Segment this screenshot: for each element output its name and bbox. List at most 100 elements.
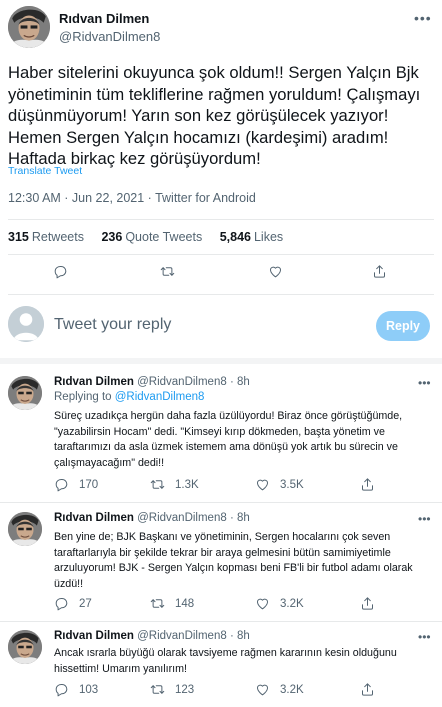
heart-icon: [255, 596, 270, 611]
reply-text: Süreç uzadıkça hergün daha fazla üzülüyo…: [54, 410, 403, 469]
reply-header: Rıdvan Dilmen @RidvanDilmen8 · 8h: [54, 512, 250, 524]
retweet-count: 123: [175, 683, 195, 696]
avatar-image: [8, 376, 42, 410]
reply-author-handle[interactable]: @RidvanDilmen8: [137, 630, 227, 642]
retweets-stat[interactable]: 315 Retweets: [8, 230, 84, 244]
divider: [8, 254, 434, 255]
reply-author-name[interactable]: Rıdvan Dilmen: [54, 512, 134, 524]
retweet-count: 1.3K: [175, 478, 199, 491]
replying-to: Replying to @RidvanDilmen8: [54, 391, 204, 403]
reply-author-avatar[interactable]: [8, 512, 42, 546]
tweet-timestamp[interactable]: 12:30 AM · Jun 22, 2021 · Twitter for An…: [8, 191, 256, 205]
avatar-image: [8, 630, 42, 664]
divider: [8, 294, 434, 295]
author-avatar[interactable]: [8, 6, 50, 48]
reply-author-name[interactable]: Rıdvan Dilmen: [54, 630, 134, 642]
like-button[interactable]: 3.2K: [255, 596, 304, 611]
divider: [0, 621, 442, 622]
reply-actions: 27 148 3.2K: [0, 596, 442, 616]
divider: [0, 502, 442, 503]
retweet-icon: [150, 477, 165, 492]
retweets-label: Retweets: [31, 230, 84, 244]
reply-count: 103: [79, 683, 99, 696]
reply-text: Ben yine de; BJK Başkanı ve yönetiminin,…: [54, 531, 413, 590]
retweet-button[interactable]: [160, 264, 175, 279]
reply-text: Ancak ısrarla büyüğü olarak tavsiyeme ra…: [54, 647, 397, 675]
quote-tweets-stat[interactable]: 236 Quote Tweets: [101, 230, 202, 244]
reply-icon: [54, 596, 69, 611]
share-button[interactable]: [360, 682, 375, 697]
tweet-text: Haber sitelerini okuyunca şok oldum!! Se…: [8, 63, 421, 168]
retweet-button[interactable]: 1.3K: [150, 477, 199, 492]
reply-author-avatar[interactable]: [8, 376, 42, 410]
share-icon: [360, 596, 375, 611]
like-button[interactable]: 3.5K: [255, 477, 304, 492]
reply-count: 27: [79, 597, 92, 610]
reply-button[interactable]: 103: [54, 682, 98, 697]
heart-icon: [255, 682, 270, 697]
retweet-icon: [150, 682, 165, 697]
like-count: 3.2K: [280, 683, 304, 696]
translate-tweet-link[interactable]: Translate Tweet: [8, 165, 82, 177]
retweet-button[interactable]: 148: [150, 596, 194, 611]
default-avatar-icon: [8, 306, 44, 342]
reply-submit-button[interactable]: Reply: [376, 311, 430, 341]
like-button[interactable]: 3.2K: [255, 682, 304, 697]
retweet-count: 148: [175, 597, 195, 610]
reply-icon: [54, 477, 69, 492]
retweets-count: 315: [8, 230, 29, 244]
like-count: 3.5K: [280, 478, 304, 491]
author-name[interactable]: Rıdvan Dilmen: [59, 11, 149, 26]
retweet-icon: [160, 264, 175, 279]
reply-author-handle[interactable]: @RidvanDilmen8: [137, 376, 227, 388]
replying-to-prefix: Replying to: [54, 391, 112, 403]
likes-stat[interactable]: 5,846 Likes: [220, 230, 283, 244]
reply-header: Rıdvan Dilmen @RidvanDilmen8 · 8h: [54, 376, 250, 388]
avatar-image: [8, 512, 42, 546]
reply-count: 170: [79, 478, 99, 491]
reply-time[interactable]: · 8h: [230, 630, 250, 642]
author-handle[interactable]: @RidvanDilmen8: [59, 29, 160, 44]
more-options-icon[interactable]: •••: [418, 630, 431, 644]
current-user-avatar: [8, 306, 44, 342]
more-options-icon[interactable]: •••: [418, 512, 431, 526]
reply-actions: 103 123 3.2K: [0, 682, 442, 702]
more-options-icon[interactable]: •••: [414, 10, 432, 26]
share-icon: [360, 477, 375, 492]
reply-button[interactable]: 170: [54, 477, 98, 492]
reply-author-handle[interactable]: @RidvanDilmen8: [137, 512, 227, 524]
likes-label: Likes: [253, 230, 284, 244]
retweet-icon: [150, 596, 165, 611]
replying-to-handle[interactable]: @RidvanDilmen8: [115, 391, 205, 403]
quote-tweets-count: 236: [101, 230, 123, 244]
reply-author-name[interactable]: Rıdvan Dilmen: [54, 376, 134, 388]
reply-button[interactable]: 27: [54, 596, 92, 611]
retweet-button[interactable]: 123: [150, 682, 194, 697]
likes-count: 5,846: [219, 230, 251, 244]
reply-icon: [54, 682, 69, 697]
quote-tweets-label: Quote Tweets: [125, 230, 203, 244]
like-button[interactable]: [268, 264, 283, 279]
reply-time[interactable]: · 8h: [230, 512, 250, 524]
share-icon: [360, 682, 375, 697]
divider: [8, 219, 434, 220]
reply-button[interactable]: [53, 264, 68, 279]
reply-icon: [53, 264, 68, 279]
avatar-image: [8, 6, 50, 48]
like-count: 3.2K: [280, 597, 304, 610]
reply-author-avatar[interactable]: [8, 630, 42, 664]
share-icon: [372, 264, 387, 279]
more-options-icon[interactable]: •••: [418, 376, 431, 390]
main-tweet-actions: [0, 264, 442, 284]
heart-icon: [268, 264, 283, 279]
share-button[interactable]: [372, 264, 387, 279]
share-button[interactable]: [360, 596, 375, 611]
share-button[interactable]: [360, 477, 375, 492]
section-separator: [0, 358, 442, 364]
reply-time[interactable]: · 8h: [230, 376, 250, 388]
reply-actions: 170 1.3K 3.5K: [0, 477, 442, 497]
heart-icon: [255, 477, 270, 492]
tweet-stats: 315 Retweets 236 Quote Tweets 5,846 Likes: [8, 230, 297, 244]
reply-header: Rıdvan Dilmen @RidvanDilmen8 · 8h: [54, 630, 250, 642]
reply-input[interactable]: Tweet your reply: [54, 316, 171, 334]
